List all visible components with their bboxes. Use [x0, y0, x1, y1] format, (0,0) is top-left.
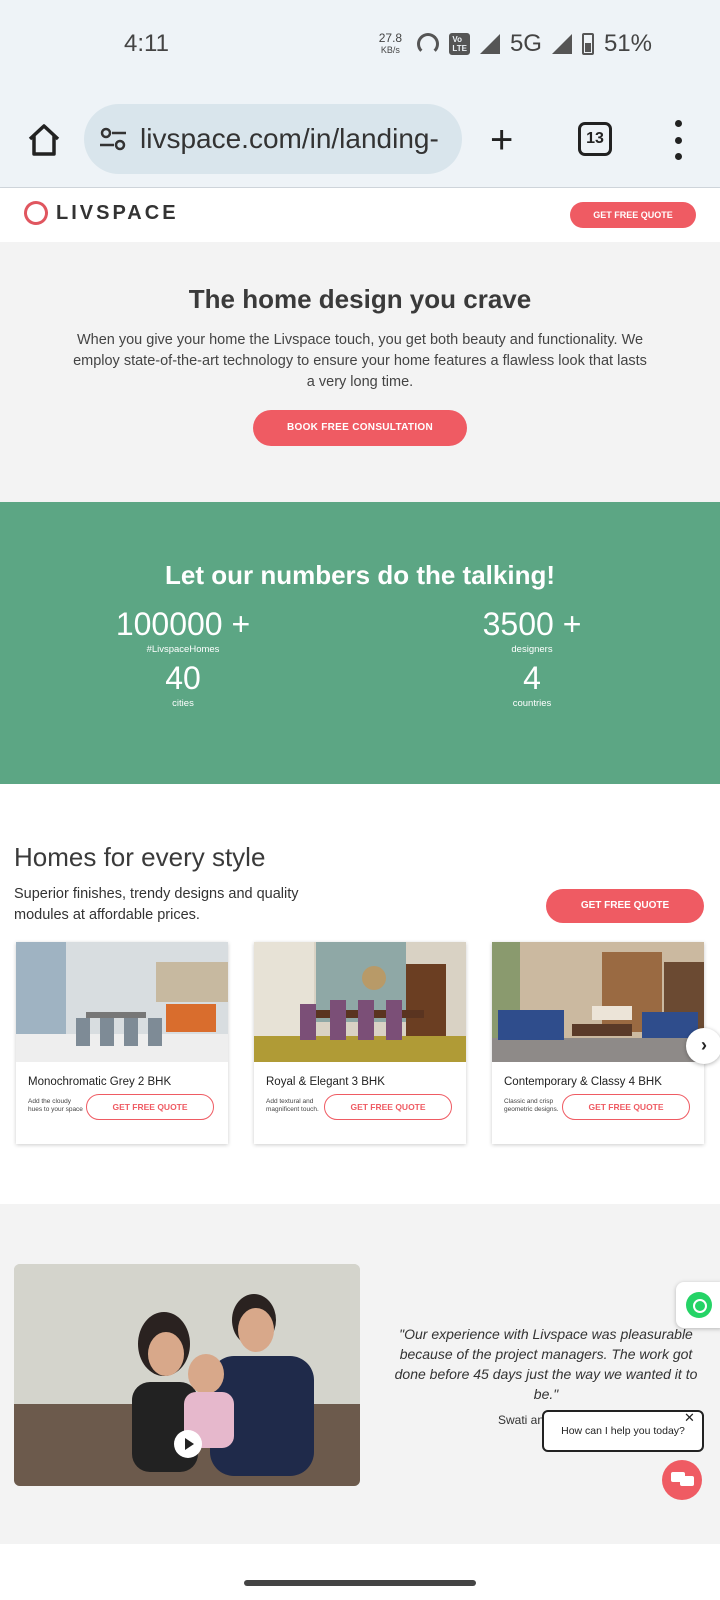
- home-card-desc: Add the cloudy hues to your space: [28, 1098, 83, 1113]
- network-speed: 27.8 KB/s: [373, 32, 407, 56]
- homes-title: Homes for every style: [14, 842, 266, 872]
- card-get-free-quote-button[interactable]: GET FREE QUOTE: [324, 1094, 452, 1120]
- site-header: LIVSPACE GET FREE QUOTE: [0, 188, 720, 242]
- more-menu-icon[interactable]: [672, 120, 684, 160]
- stat-designers: 3500 + designers: [432, 606, 632, 655]
- testimonial-video[interactable]: [14, 1264, 360, 1486]
- livspace-logo[interactable]: LIVSPACE: [20, 197, 179, 229]
- battery-icon: [581, 33, 594, 55]
- home-card-title: Contemporary & Classy 4 BHK: [504, 1076, 662, 1088]
- homes-section: Homes for every style Superior finishes,…: [0, 784, 720, 1204]
- hero-title: The home design you crave: [188, 284, 532, 314]
- card-get-free-quote-button[interactable]: GET FREE QUOTE: [562, 1094, 690, 1120]
- stat-homes: 100000 + #LivspaceHomes: [83, 606, 283, 655]
- stat-label: #LivspaceHomes: [146, 644, 220, 655]
- stats-title: Let our numbers do the talking!: [164, 560, 555, 590]
- stat-countries: 4 countries: [432, 660, 632, 709]
- stat-value: 100000 +: [115, 606, 251, 642]
- card-get-free-quote-button[interactable]: GET FREE QUOTE: [86, 1094, 214, 1120]
- status-icons: 27.8 KB/s Vo LTE 5G 51%: [373, 30, 652, 58]
- url-text[interactable]: livspace.com/in/landing-: [140, 123, 450, 155]
- close-icon[interactable]: ✕: [684, 1410, 695, 1426]
- home-card-title: Royal & Elegant 3 BHK: [266, 1076, 385, 1088]
- book-consultation-button[interactable]: BOOK FREE CONSULTATION: [253, 410, 467, 446]
- stats-section: Let our numbers do the talking! 100000 +…: [0, 502, 720, 784]
- play-icon[interactable]: [174, 1430, 202, 1458]
- network-type: 5G: [509, 30, 542, 57]
- homes-get-free-quote-button[interactable]: GET FREE QUOTE: [546, 889, 704, 923]
- signal-icon: [479, 34, 500, 54]
- tab-switcher-button[interactable]: 13: [578, 122, 612, 156]
- stat-value: 40: [165, 660, 201, 696]
- hero-section: The home design you crave When you give …: [0, 242, 720, 502]
- chat-icon[interactable]: [662, 1460, 702, 1500]
- hotspot-icon: [417, 33, 440, 55]
- home-card-title: Monochromatic Grey 2 BHK: [28, 1076, 172, 1088]
- volte-icon: Vo LTE: [449, 33, 470, 55]
- header-get-free-quote-button[interactable]: GET FREE QUOTE: [570, 202, 696, 228]
- whatsapp-icon[interactable]: [676, 1282, 720, 1328]
- home-icon[interactable]: [26, 122, 62, 158]
- chat-prompt-bubble[interactable]: How can I help you today?: [542, 1410, 704, 1452]
- bottom-area: [0, 1544, 720, 1600]
- stat-value: 3500 +: [482, 606, 582, 642]
- stat-cities: 40 cities: [83, 660, 283, 709]
- battery-level: 51%: [603, 30, 652, 57]
- stat-value: 4: [523, 660, 541, 696]
- testimonial-author: Swati an: [498, 1413, 545, 1427]
- home-card-desc: Add textural and magnificent touch.: [266, 1098, 319, 1113]
- home-card-image: [254, 942, 466, 1062]
- stat-label: cities: [172, 698, 194, 709]
- testimonial-quote: "Our experience with Livspace was pleasu…: [394, 1326, 698, 1402]
- home-card-1[interactable]: Monochromatic Grey 2 BHK Add the cloudy …: [16, 942, 228, 1144]
- home-card-desc: Classic and crisp geometric designs.: [504, 1098, 559, 1113]
- new-tab-icon[interactable]: +: [490, 120, 513, 160]
- status-time: 4:11: [124, 30, 169, 57]
- stat-label: countries: [512, 698, 552, 709]
- home-card-image: [492, 942, 704, 1062]
- speed-unit: KB/s: [380, 45, 400, 55]
- browser-toolbar: livspace.com/in/landing- + 13: [0, 92, 720, 188]
- signal-icon-2: [551, 34, 572, 54]
- status-bar: 4:11 27.8 KB/s Vo LTE 5G 51%: [0, 0, 720, 92]
- address-bar[interactable]: livspace.com/in/landing-: [84, 104, 462, 174]
- home-card-image: [16, 942, 228, 1062]
- logo-mark-icon: [20, 197, 52, 229]
- gesture-bar[interactable]: [244, 1580, 476, 1586]
- chevron-right-icon[interactable]: ›: [686, 1028, 720, 1064]
- site-settings-icon[interactable]: [98, 127, 128, 151]
- hero-text: When you give your home the Livspace tou…: [73, 332, 647, 390]
- testimonial-section: "Our experience with Livspace was pleasu…: [0, 1204, 720, 1544]
- home-card-3[interactable]: Contemporary & Classy 4 BHK Classic and …: [492, 942, 704, 1144]
- home-card-2[interactable]: Royal & Elegant 3 BHK Add textural and m…: [254, 942, 466, 1144]
- stat-label: designers: [511, 644, 553, 655]
- speed-value: 27.8: [378, 31, 403, 45]
- homes-subtitle: Superior finishes, trendy designs and qu…: [14, 886, 299, 923]
- logo-text: LIVSPACE: [56, 201, 179, 224]
